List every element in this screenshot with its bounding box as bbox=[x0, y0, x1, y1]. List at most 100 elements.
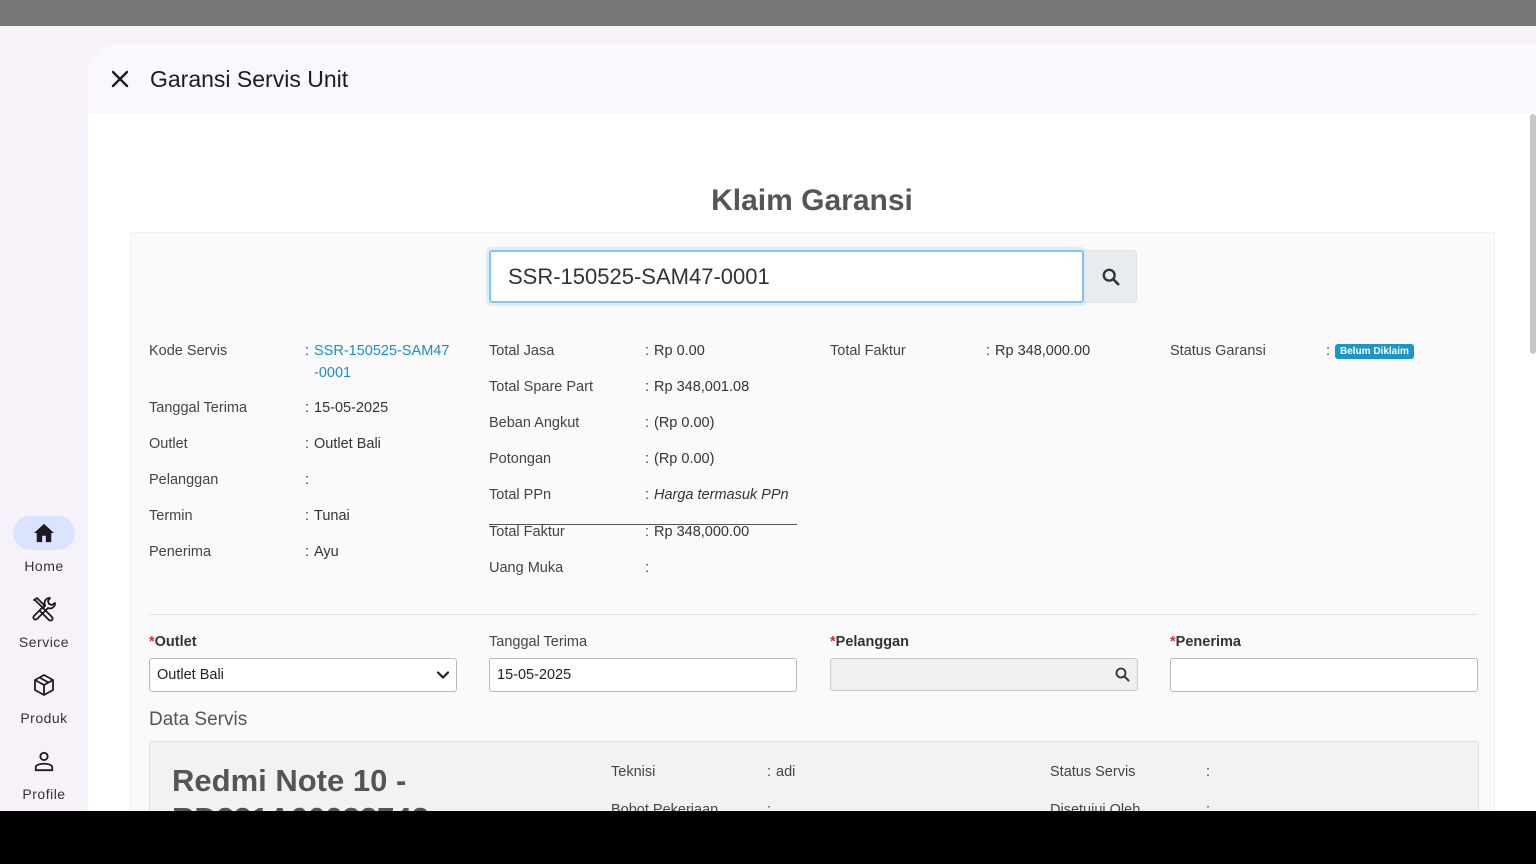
info-value: (Rp 0.00) bbox=[654, 415, 715, 431]
info-label: Beban Angkut bbox=[489, 415, 580, 431]
page-title: Klaim Garansi bbox=[711, 184, 913, 217]
info-row-total-ppn: Total PPn : Harga termasuk PPn bbox=[489, 487, 789, 503]
close-button[interactable] bbox=[108, 67, 132, 91]
tanggal-terima-input[interactable]: 15-05-2025 bbox=[489, 658, 797, 692]
info-row-total-spare-part: Total Spare Part : Rp 348,001.08 bbox=[489, 379, 750, 395]
nav-label-home: Home bbox=[24, 558, 64, 574]
warranty-dialog: Garansi Servis Unit Klaim Garansi Kode S… bbox=[88, 44, 1536, 811]
info-row-uang-muka: Uang Muka : bbox=[489, 560, 650, 576]
svc-colon: : bbox=[1206, 764, 1211, 780]
svc-colon: : bbox=[767, 764, 772, 780]
penerima-label: *Penerima bbox=[1170, 634, 1241, 650]
info-label: Penerima bbox=[149, 544, 212, 560]
svc-label-teknisi: Teknisi bbox=[611, 764, 656, 780]
nav-label-service: Service bbox=[18, 634, 70, 650]
info-label: Potongan bbox=[489, 451, 552, 467]
dialog-header: Garansi Servis Unit bbox=[88, 44, 1536, 114]
info-label: Uang Muka bbox=[489, 560, 564, 576]
service-code-link[interactable]: SSR-150525-SAM47-0001 bbox=[314, 340, 454, 384]
info-value: (Rp 0.00) bbox=[654, 451, 715, 467]
svc-colon: : bbox=[1206, 802, 1211, 811]
home-icon bbox=[34, 523, 54, 543]
service-code-search-input[interactable] bbox=[489, 250, 1084, 303]
tanggal-terima-value: 15-05-2025 bbox=[497, 667, 572, 683]
info-value: Ayu bbox=[314, 544, 339, 560]
info-row-potongan: Potongan : (Rp 0.00) bbox=[489, 451, 715, 467]
nav-pill-home bbox=[13, 516, 75, 550]
info-label: Outlet bbox=[149, 436, 188, 452]
info-row-outlet: Outlet : Outlet Bali bbox=[149, 436, 381, 452]
nav-label-profile: Profile bbox=[22, 786, 66, 802]
nav-item-home[interactable]: Home bbox=[0, 516, 88, 574]
info-label: Tanggal Terima bbox=[149, 400, 248, 416]
service-card: Redmi Note 10 - RD321A00032742 Teknisi :… bbox=[149, 741, 1479, 811]
navigation-rail: Home Service Produk Profile bbox=[0, 26, 88, 811]
info-label: Total Faktur bbox=[830, 343, 906, 359]
info-row-status-garansi: Status Garansi : Belum Diklaim bbox=[1170, 343, 1490, 379]
info-label: Kode Servis bbox=[149, 343, 228, 359]
info-row-tanggal-terima: Tanggal Terima : 15-05-2025 bbox=[149, 400, 389, 416]
svc-label-disetujui: Disetujui Oleh bbox=[1050, 802, 1141, 811]
info-label: Total Spare Part bbox=[489, 379, 593, 395]
pelanggan-input[interactable] bbox=[830, 658, 1138, 691]
info-value: Rp 348,000.00 bbox=[654, 524, 750, 540]
device-name: Redmi Note 10 - RD321A00032742 bbox=[172, 763, 429, 811]
svc-colon: : bbox=[767, 802, 772, 811]
pelanggan-label: *Pelanggan bbox=[830, 634, 909, 650]
info-value: Harga termasuk PPn bbox=[654, 487, 789, 503]
nav-item-service[interactable]: Service bbox=[0, 592, 88, 650]
info-label: Total Jasa bbox=[489, 343, 555, 359]
tools-icon bbox=[32, 597, 56, 622]
nav-item-profile[interactable]: Profile bbox=[0, 744, 88, 802]
nav-label-produk: Produk bbox=[20, 710, 68, 726]
dialog-title: Garansi Servis Unit bbox=[150, 66, 349, 92]
outlet-label: *Outlet bbox=[149, 634, 197, 650]
close-icon bbox=[111, 70, 129, 88]
chevron-down-icon bbox=[437, 671, 449, 679]
search-icon bbox=[1102, 268, 1119, 285]
info-column-totals: Total Jasa : Rp 0.00 Total Spare Part : … bbox=[489, 343, 809, 596]
info-label: Pelanggan bbox=[149, 472, 219, 488]
search-button[interactable] bbox=[1084, 250, 1137, 303]
info-value: Rp 348,001.08 bbox=[654, 379, 750, 395]
claim-panel: Kode Servis : SSR-150525-SAM47-0001 Tang… bbox=[130, 232, 1495, 811]
info-row-penerima: Penerima : Ayu bbox=[149, 544, 339, 560]
scrollbar[interactable] bbox=[1530, 114, 1536, 354]
search-icon[interactable] bbox=[1115, 667, 1130, 682]
info-row-termin: Termin : Tunai bbox=[149, 508, 350, 524]
info-row-total-faktur-summary: Total Faktur : Rp 348,000.00 bbox=[830, 343, 1091, 359]
info-row-pelanggan: Pelanggan : bbox=[149, 472, 310, 488]
box-icon bbox=[34, 674, 54, 696]
svc-label-bobot: Bobot Pekerjaan bbox=[611, 802, 719, 811]
penerima-input[interactable] bbox=[1170, 658, 1478, 692]
totals-separator bbox=[489, 524, 797, 525]
info-column-service: Kode Servis : SSR-150525-SAM47-0001 Tang… bbox=[149, 343, 469, 580]
svc-label-status-servis: Status Servis bbox=[1050, 764, 1136, 780]
person-icon bbox=[34, 751, 54, 772]
info-label: Status Garansi bbox=[1170, 343, 1266, 359]
info-row-total-faktur: Total Faktur : Rp 348,000.00 bbox=[489, 524, 750, 540]
outlet-select-value: Outlet Bali bbox=[157, 667, 224, 683]
info-label: Total Faktur bbox=[489, 524, 565, 540]
warranty-status-badge: Belum Diklaim bbox=[1335, 344, 1414, 359]
info-label: Total PPn bbox=[489, 487, 552, 503]
nav-pill-produk bbox=[13, 668, 75, 702]
info-value: Rp 348,000.00 bbox=[995, 343, 1091, 359]
nav-pill-service bbox=[13, 592, 75, 626]
tanggal-terima-label: Tanggal Terima bbox=[489, 634, 588, 650]
info-row-beban-angkut: Beban Angkut : (Rp 0.00) bbox=[489, 415, 715, 431]
info-value: Tunai bbox=[314, 508, 350, 524]
info-row-total-jasa: Total Jasa : Rp 0.00 bbox=[489, 343, 705, 359]
system-status-bar bbox=[0, 0, 1536, 26]
info-row-kode-servis: Kode Servis : SSR-150525-SAM47-0001 bbox=[149, 343, 469, 400]
system-navigation-bar bbox=[0, 811, 1536, 864]
info-value: Outlet Bali bbox=[314, 436, 381, 452]
nav-pill-profile bbox=[13, 744, 75, 778]
outlet-select[interactable]: Outlet Bali bbox=[149, 658, 457, 692]
section-divider bbox=[149, 614, 1477, 615]
info-label: Termin bbox=[149, 508, 193, 524]
info-value: 15-05-2025 bbox=[314, 400, 389, 416]
info-column-warranty: Status Garansi : Belum Diklaim bbox=[1170, 343, 1490, 379]
nav-item-produk[interactable]: Produk bbox=[0, 668, 88, 726]
info-value: Rp 0.00 bbox=[654, 343, 705, 359]
